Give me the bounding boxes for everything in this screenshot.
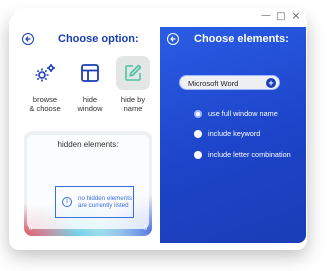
hidden-count-left: 0 [29,226,33,232]
hide-by-name-label-line2: name [123,104,143,113]
radio-include-letter-combination[interactable] [194,151,202,159]
browse-choose-label: browse & choose [23,95,67,113]
browse-choose-button[interactable] [28,56,62,90]
window-layout-icon [81,64,99,82]
browse-choose-label-line1: browse [32,95,58,104]
title-bar: — □ × [14,8,306,27]
info-icon: i [62,197,72,207]
add-icon[interactable]: + [266,77,276,88]
arrow-left-icon [25,35,31,42]
notice-line1: no hidden elements [78,194,133,202]
hide-by-name-button[interactable] [116,56,150,90]
app-selector-value: Microsoft Word [188,78,239,88]
left-panel-title: Choose option: [58,33,139,45]
radio-label-include-letter-combination: include letter combination [208,150,291,159]
browse-choose-label-line2: & choose [29,104,61,113]
hide-window-label-line2: window [77,104,103,113]
hide-window-label: hide window [68,95,112,113]
hide-window-button[interactable] [73,56,107,90]
radio-use-full-window-name[interactable] [194,110,202,118]
close-button[interactable]: × [290,10,302,22]
radio-label-use-full-window-name: use full window name [208,109,278,118]
right-back-button[interactable] [167,33,179,45]
hide-by-name-label-line1: hide by [120,95,146,104]
empty-list-notice: i no hidden elements are currently liste… [55,186,134,218]
app-window: — □ × Choose option: browse & choose hid… [14,8,306,243]
hidden-elements-panel: hidden elements: i no hidden elements ar… [24,131,152,236]
notice-line2: are currently listed [78,202,129,209]
hidden-elements-title: hidden elements: [57,140,119,149]
edit-icon [125,64,142,81]
back-button[interactable] [22,33,34,45]
hide-by-name-label: hide by name [111,95,155,113]
gears-icon [35,64,55,82]
hide-window-label-line1: hide [82,95,98,104]
minimize-button[interactable]: — [260,10,272,22]
left-panel: Choose option: browse & choose hide wind… [14,27,160,243]
arrow-left-icon [170,35,176,42]
right-panel-title: Choose elements: [194,33,289,45]
maximize-button[interactable]: □ [275,11,287,23]
hidden-count-right: 0 [143,226,147,232]
radio-include-keyword[interactable] [194,130,202,138]
app-selector-field[interactable]: Microsoft Word + [179,75,280,90]
radio-label-include-keyword: include keyword [208,129,261,138]
